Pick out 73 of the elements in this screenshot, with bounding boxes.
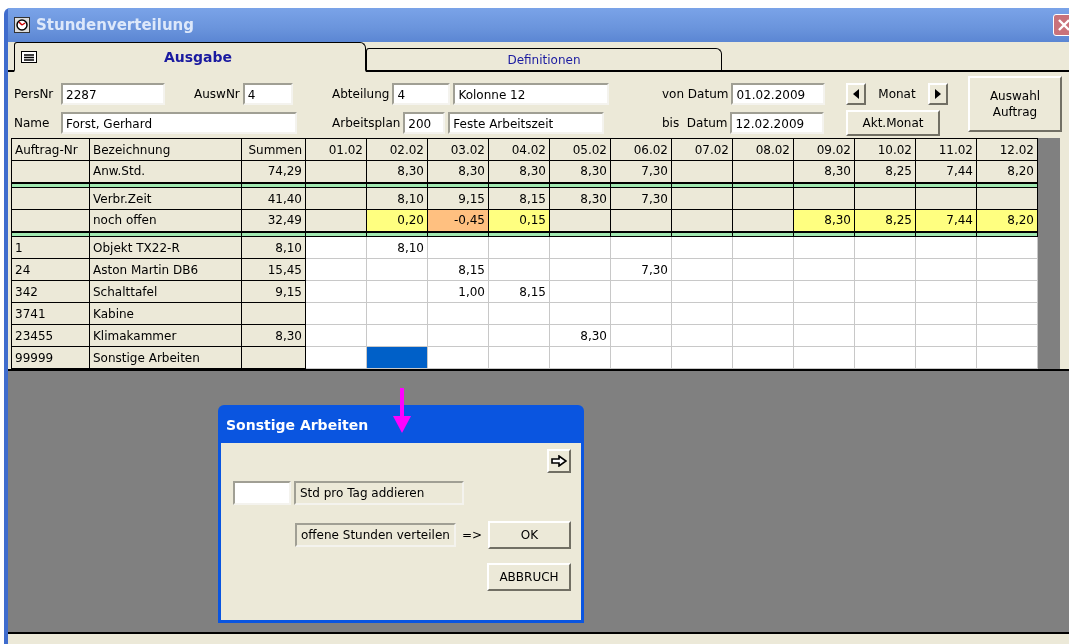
date-field[interactable]: 01.02.2009 (731, 83, 826, 105)
column-header: 07.02 (671, 138, 733, 161)
column-header: Summen (241, 138, 306, 161)
field-label: Std pro Tag addieren (294, 481, 464, 505)
table-cell: Aston Martin DB6 (89, 258, 242, 281)
table-cell: 99999 (11, 346, 90, 369)
input-field[interactable]: 4 (392, 83, 451, 105)
field-label: von Datum (662, 87, 729, 101)
column-header: 10.02 (854, 138, 916, 161)
column-header: Bezeichnung (89, 138, 242, 161)
column-header: 11.02 (915, 138, 977, 161)
column-header: Auftrag-Nr (11, 138, 90, 161)
next-button[interactable] (928, 83, 948, 105)
table-cell: 41,40 (241, 187, 306, 210)
previous-button[interactable] (846, 83, 866, 105)
field-label: bis Datum (662, 116, 728, 130)
table-cell: 8,30 (241, 324, 306, 347)
table-cell: 15,45 (241, 258, 306, 281)
close-button[interactable] (1053, 14, 1069, 36)
input-field[interactable]: 2287 (61, 83, 165, 105)
tab[interactable]: Definitionen (366, 48, 722, 70)
pointer-arrow (392, 388, 412, 434)
field-label: PersNr (14, 87, 55, 101)
right-triangle-icon (935, 89, 941, 99)
arrow-button[interactable] (547, 449, 571, 473)
month-label: Monat (877, 87, 917, 101)
left-triangle-icon (853, 89, 859, 99)
input-field[interactable]: 200 (403, 112, 446, 134)
column-header: 09.02 (793, 138, 855, 161)
table-cell: Schalttafel (89, 280, 242, 303)
column-header: 03.02 (427, 138, 489, 161)
table-cell: 9,15 (241, 280, 306, 303)
column-header: 04.02 (488, 138, 550, 161)
table-cell: Kabine (89, 302, 242, 325)
column-header: 02.02 (366, 138, 428, 161)
field-label: Name (14, 116, 51, 130)
window-title: Stundenverteilung (36, 16, 194, 34)
tab[interactable]: Ausgabe (14, 42, 366, 72)
menu-icon (21, 50, 37, 63)
input-field[interactable]: Forst, Gerhard (61, 112, 297, 134)
right-arrow-icon (551, 455, 567, 467)
clock-icon (14, 17, 30, 33)
column-header: 08.02 (732, 138, 794, 161)
close-icon (1058, 19, 1069, 31)
field-label: Abteilung (332, 87, 390, 101)
input-field[interactable]: Feste Arbeitszeit (448, 112, 605, 134)
cancel-button[interactable]: ABBRUCH (487, 563, 571, 591)
arrow-text: => (460, 528, 484, 542)
table-cell: Klimakammer (89, 324, 242, 347)
column-header: 05.02 (549, 138, 611, 161)
field-label: AuswNr (194, 87, 240, 101)
field-label: offene Stunden verteilen (295, 523, 456, 547)
ok-button[interactable]: OK (488, 521, 571, 549)
input-field[interactable]: 4 (242, 83, 293, 105)
current-month-button[interactable]: Akt.Monat (846, 110, 940, 136)
table-cell: Sonstige Arbeiten (89, 346, 242, 369)
table-cell: Objekt TX22-R (89, 236, 242, 259)
table-cell: 23455 (11, 324, 90, 347)
table-cell: 24 (11, 258, 90, 281)
date-field[interactable]: 12.02.2009 (730, 112, 825, 134)
input-field[interactable] (233, 481, 291, 505)
table-cell: 342 (11, 280, 90, 303)
column-header: 01.02 (305, 138, 367, 161)
input-field[interactable]: Kolonne 12 (453, 83, 610, 105)
select-order-button[interactable]: Auswahl Auftrag (968, 76, 1062, 132)
table-cell: 1 (11, 236, 90, 259)
dialog-title: Sonstige Arbeiten (226, 416, 369, 435)
table-cell: Verbr.Zeit (89, 187, 242, 210)
field-label: Arbeitsplan (332, 116, 401, 130)
column-header: 12.02 (976, 138, 1038, 161)
table-cell: 3741 (11, 302, 90, 325)
table-cell: 8,10 (241, 236, 306, 259)
column-header: 06.02 (610, 138, 672, 161)
